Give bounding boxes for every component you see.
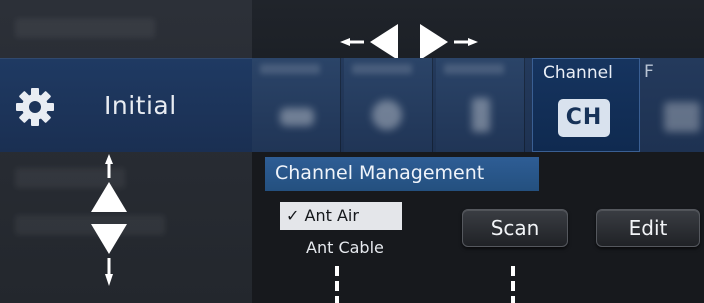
edit-button[interactable]: Edit (596, 209, 700, 247)
tab-next-label[interactable]: F (644, 62, 654, 82)
category-icon-blurred (280, 108, 314, 126)
sidebar-item-label: Initial (104, 91, 177, 120)
gear-icon (16, 88, 54, 126)
source-option-ant-air[interactable]: ✓ Ant Air (280, 202, 402, 230)
tab-category-blurred[interactable] (436, 58, 525, 152)
settings-category-strip: Channel CH F (252, 58, 704, 152)
tab-caption-blurred (444, 64, 504, 74)
sidebar-item-blurred[interactable] (15, 18, 155, 38)
tab-caption-blurred (352, 64, 412, 74)
sidebar-item-initial[interactable]: Initial (0, 58, 252, 152)
section-header: Channel Management (265, 157, 539, 191)
tab-category-blurred[interactable] (252, 58, 341, 152)
category-icon-blurred (664, 102, 700, 132)
source-option-label: Ant Air (304, 206, 359, 225)
source-option-ant-cable[interactable]: Ant Cable (306, 238, 384, 257)
tab-category-blurred[interactable] (344, 58, 433, 152)
category-icon-blurred (472, 98, 490, 132)
up-down-arrows-icon (91, 154, 127, 286)
down-guide-dashes-icon (335, 266, 339, 303)
down-guide-dashes-icon (511, 266, 515, 303)
tab-caption-blurred (260, 64, 320, 74)
checkmark-icon: ✓ (286, 206, 300, 225)
section-title: Channel Management (275, 162, 485, 184)
scan-button[interactable]: Scan (462, 209, 568, 247)
channel-icon: CH (558, 99, 610, 137)
settings-sidebar: Initial (0, 0, 252, 303)
tab-channel[interactable]: Channel CH (532, 58, 640, 152)
tab-channel-label: Channel (543, 63, 613, 83)
category-icon-blurred (372, 100, 402, 130)
